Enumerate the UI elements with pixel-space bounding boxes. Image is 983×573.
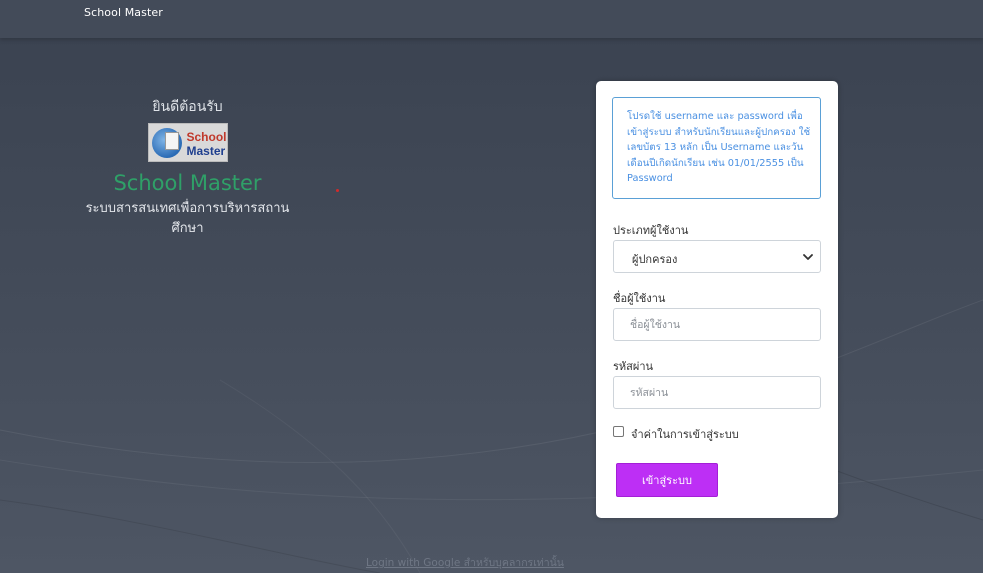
welcome-panel: ยินดีต้อนรับ School Master School Master…	[80, 96, 295, 239]
welcome-title: ยินดีต้อนรับ	[152, 99, 223, 115]
school-master-logo: School Master	[147, 123, 228, 162]
logo-text-school: School	[186, 130, 227, 144]
login-card: โปรดใช้ username และ password เพื่อเข้าส…	[596, 81, 838, 518]
user-type-value: ผู้ปกครอง	[632, 253, 678, 266]
username-label: ชื่อผู้ใช้งาน	[613, 292, 666, 305]
app-description: ระบบสารสนเทศเพื่อการบริหารสถาน ศึกษา	[80, 199, 295, 239]
user-type-label: ประเภทผู้ใช้งาน	[613, 224, 689, 237]
chevron-down-icon	[803, 254, 813, 260]
login-info-alert: โปรดใช้ username และ password เพื่อเข้าส…	[612, 97, 821, 199]
red-dot-marker	[336, 189, 339, 192]
app-description-line1: ระบบสารสนเทศเพื่อการบริหารสถาน	[85, 201, 290, 216]
login-button[interactable]: เข้าสู่ระบบ	[616, 463, 718, 497]
password-label: รหัสผ่าน	[613, 360, 654, 373]
logo-text-master: Master	[186, 144, 226, 158]
app-description-line2: ศึกษา	[171, 221, 204, 236]
username-input[interactable]	[613, 308, 821, 341]
logo-document-icon	[164, 132, 179, 150]
remember-me-label[interactable]: จำค่าในการเข้าสู่ระบบ	[631, 425, 739, 443]
top-navbar: School Master	[0, 0, 983, 38]
navbar-brand[interactable]: School Master	[84, 6, 163, 19]
user-type-select[interactable]: ผู้ปกครอง	[613, 240, 821, 273]
app-name: School Master	[113, 171, 262, 195]
remember-me-checkbox[interactable]	[613, 426, 624, 437]
google-login-link[interactable]: Login with Google สำหรับบุคลากรเท่านั้น	[366, 554, 564, 571]
password-input[interactable]	[613, 376, 821, 409]
